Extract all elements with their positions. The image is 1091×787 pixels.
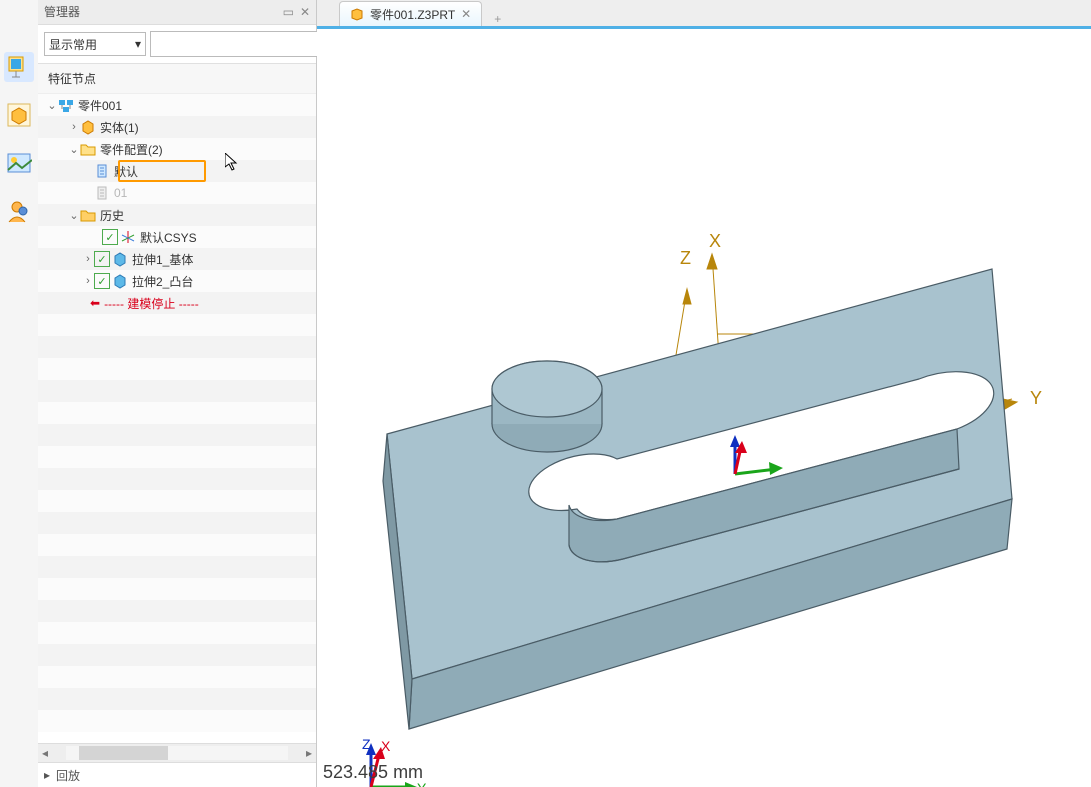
side-user-icon[interactable] [4, 196, 34, 226]
tree-label: 实体(1) [100, 119, 139, 136]
tree-label: 拉伸2_凸台 [132, 273, 193, 290]
config-icon [94, 163, 110, 179]
feature-icon [112, 273, 128, 289]
axis-z-label: Z [680, 248, 691, 268]
model-canvas[interactable]: Z X Y [317, 29, 1091, 787]
scroll-right-icon[interactable]: ▸ [302, 746, 316, 760]
checkbox-checked-icon[interactable]: ✓ [102, 229, 118, 245]
playback-label: 回放 [56, 767, 80, 784]
stop-arrow-icon: ⬅ [90, 296, 100, 310]
side-tree-icon[interactable] [4, 52, 34, 82]
tree-label: 默认CSYS [140, 229, 197, 246]
tree-row-config-default[interactable]: 默认 [38, 160, 316, 182]
tree-label: 默认 [114, 163, 138, 180]
tab-label: 零件001.Z3PRT [370, 6, 455, 23]
solid-icon [80, 119, 96, 135]
config-grey-icon [94, 185, 110, 201]
tree-row-history[interactable]: ⌄ 历史 [38, 204, 316, 226]
tree-row-csys[interactable]: ✓ 默认CSYS [38, 226, 316, 248]
checkbox-checked-icon[interactable]: ✓ [94, 273, 110, 289]
disclosure-open-icon[interactable]: ⌄ [46, 99, 58, 112]
feature-tree[interactable]: ⌄ 零件001 › 实体(1) ⌄ 零件配置(2) [38, 94, 316, 743]
side-icon-strip [0, 0, 38, 787]
disclosure-open-icon[interactable]: ⌄ [68, 209, 80, 222]
checkbox-checked-icon[interactable]: ✓ [94, 251, 110, 267]
document-tab[interactable]: 零件001.Z3PRT ✕ [339, 1, 482, 26]
tab-close-icon[interactable]: ✕ [461, 7, 471, 21]
tree-label: 拉伸1_基体 [132, 251, 193, 268]
tree-label: 历史 [100, 207, 124, 224]
side-image-icon[interactable] [4, 148, 34, 178]
folder-icon [80, 141, 96, 157]
manager-titlebar: 管理器 ▭ ✕ [38, 0, 316, 25]
playback-bar[interactable]: ▸ 回放 [38, 762, 316, 787]
play-icon: ▸ [44, 768, 50, 782]
part-tab-icon [350, 7, 364, 21]
tree-label: 01 [114, 186, 127, 200]
manager-title: 管理器 [44, 0, 80, 24]
status-dimension: 523.485 mm [323, 762, 423, 783]
tree-row-solid[interactable]: › 实体(1) [38, 116, 316, 138]
main-area: 零件001.Z3PRT ✕ + ▼ ▼ ▼ ▼ ▼ [317, 0, 1091, 787]
tree-row-config-group[interactable]: ⌄ 零件配置(2) [38, 138, 316, 160]
manager-toolbar: 显示常用 ▾ [38, 25, 316, 64]
tree-row-stop[interactable]: ⬅ ----- 建模停止 ----- [38, 292, 316, 314]
folder-open-icon [80, 207, 96, 223]
tree-row-extrude2[interactable]: › ✓ 拉伸2_凸台 [38, 270, 316, 292]
tree-label: ----- 建模停止 ----- [104, 295, 199, 312]
axis-y-label: Y [1030, 388, 1042, 408]
csys-icon [120, 229, 136, 245]
scroll-track[interactable] [66, 746, 288, 760]
disclosure-open-icon[interactable]: ⌄ [68, 143, 80, 156]
triad-z-label: Z [362, 737, 371, 752]
tab-add-button[interactable]: + [486, 12, 509, 26]
panel-min-icon[interactable]: ▭ [283, 0, 294, 24]
side-box-icon[interactable] [4, 100, 34, 130]
disclosure-closed-icon[interactable]: › [82, 275, 94, 287]
disclosure-closed-icon[interactable]: › [82, 253, 94, 265]
tree-row-config-01[interactable]: 01 [38, 182, 316, 204]
feature-icon [112, 251, 128, 267]
triad-x-label: X [381, 738, 391, 754]
tree-row-part[interactable]: ⌄ 零件001 [38, 94, 316, 116]
tree-h-scrollbar[interactable]: ◂ ▸ [38, 743, 316, 762]
disclosure-closed-icon[interactable]: › [68, 121, 80, 133]
tree-search-input[interactable] [150, 31, 333, 57]
part-icon [58, 97, 74, 113]
tree-label: 零件配置(2) [100, 141, 163, 158]
manager-panel: 管理器 ▭ ✕ 显示常用 ▾ 特征节点 ⌄ 零件001 [38, 0, 317, 787]
tree-label: 零件001 [78, 97, 122, 114]
scroll-thumb[interactable] [79, 746, 168, 760]
display-mode-select[interactable]: 显示常用 ▾ [44, 32, 146, 56]
chevron-down-icon: ▾ [135, 37, 141, 51]
display-mode-label: 显示常用 [49, 36, 97, 53]
scroll-left-icon[interactable]: ◂ [38, 746, 52, 760]
tree-section-label: 特征节点 [38, 64, 316, 94]
panel-close-icon[interactable]: ✕ [300, 0, 310, 24]
document-tabbar: 零件001.Z3PRT ✕ + [317, 0, 1091, 29]
tree-row-extrude1[interactable]: › ✓ 拉伸1_基体 [38, 248, 316, 270]
axis-x-label: X [709, 231, 721, 251]
